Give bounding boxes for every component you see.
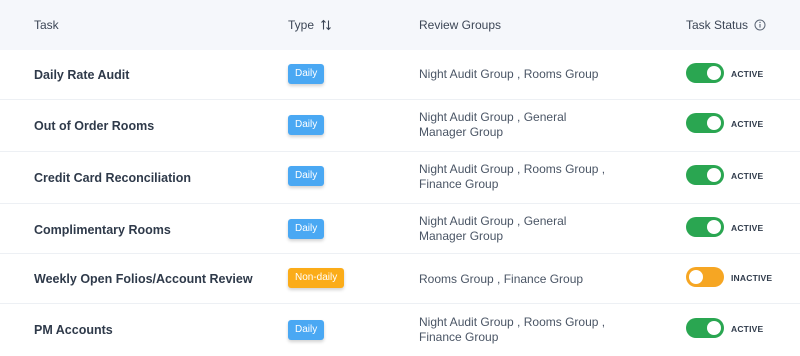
column-header-type[interactable]: Type — [288, 18, 332, 32]
review-groups: Rooms Group , Finance Group — [419, 272, 619, 287]
toggle-knob — [689, 270, 703, 284]
status-label: ACTIVE — [731, 324, 764, 334]
status-label: ACTIVE — [731, 69, 764, 79]
status-label: ACTIVE — [731, 171, 764, 181]
status-toggle[interactable] — [686, 267, 724, 287]
table-row[interactable]: Out of Order Rooms Daily Night Audit Gro… — [0, 100, 800, 152]
toggle-knob — [707, 66, 721, 80]
review-groups: Night Audit Group , General Manager Grou… — [419, 110, 619, 140]
review-groups-line: Night Audit Group , Rooms Group — [419, 67, 599, 81]
column-header-review-groups-label: Review Groups — [419, 18, 502, 32]
toggle-knob — [707, 116, 721, 130]
status-label: ACTIVE — [731, 223, 764, 233]
column-header-type-label: Type — [288, 18, 315, 32]
review-groups: Night Audit Group , Rooms Group — [419, 67, 619, 82]
toggle-knob — [707, 220, 721, 234]
sort-arrows-icon[interactable] — [320, 19, 332, 31]
task-name[interactable]: Daily Rate Audit — [34, 68, 129, 82]
type-badge: Daily — [288, 166, 325, 186]
review-groups-line: Finance Group — [419, 177, 499, 191]
review-groups: Night Audit Group , General Manager Grou… — [419, 214, 619, 244]
table-header: Task Type Review Groups Task Status — [0, 0, 800, 50]
table-row[interactable]: Daily Rate Audit Daily Night Audit Group… — [0, 50, 800, 100]
column-header-task[interactable]: Task — [34, 18, 59, 32]
column-header-review-groups[interactable]: Review Groups — [419, 18, 501, 32]
table-row[interactable]: PM Accounts Daily Night Audit Group , Ro… — [0, 304, 800, 356]
toggle-knob — [707, 168, 721, 182]
review-groups: Night Audit Group , Rooms Group , Financ… — [419, 315, 619, 345]
review-groups-line: Rooms Group , Finance Group — [419, 272, 584, 286]
status-toggle[interactable] — [686, 63, 724, 83]
task-name[interactable]: Credit Card Reconciliation — [34, 171, 191, 185]
task-name[interactable]: Out of Order Rooms — [34, 119, 154, 133]
review-groups: Night Audit Group , Rooms Group , Financ… — [419, 162, 619, 192]
review-groups-line: Night Audit Group , Rooms Group , — [419, 162, 606, 176]
task-name[interactable]: Complimentary Rooms — [34, 223, 171, 237]
review-groups-line: Manager Group — [419, 125, 504, 139]
type-badge: Daily — [288, 115, 325, 135]
status-toggle[interactable] — [686, 318, 724, 338]
status-label: ACTIVE — [731, 119, 764, 129]
review-groups-line: Manager Group — [419, 229, 504, 243]
status-label: INACTIVE — [731, 273, 773, 283]
type-badge: Daily — [288, 320, 325, 340]
status-toggle[interactable] — [686, 165, 724, 185]
column-header-task-status-label: Task Status — [686, 18, 749, 32]
review-groups-line: Finance Group — [419, 330, 499, 344]
status-toggle[interactable] — [686, 113, 724, 133]
task-table: Task Type Review Groups Task Status Dail… — [0, 0, 800, 356]
table-row[interactable]: Weekly Open Folios/Account Review Non-da… — [0, 254, 800, 304]
review-groups-line: Night Audit Group , General — [419, 110, 567, 124]
type-badge: Daily — [288, 219, 325, 239]
column-header-task-status[interactable]: Task Status — [686, 18, 766, 32]
review-groups-line: Night Audit Group , Rooms Group , — [419, 315, 606, 329]
toggle-knob — [707, 321, 721, 335]
type-badge: Non-daily — [288, 268, 345, 288]
review-groups-line: Night Audit Group , General — [419, 214, 567, 228]
info-icon[interactable] — [754, 19, 766, 31]
status-toggle[interactable] — [686, 217, 724, 237]
type-badge: Daily — [288, 64, 325, 84]
table-row[interactable]: Complimentary Rooms Daily Night Audit Gr… — [0, 204, 800, 254]
column-header-task-label: Task — [34, 18, 59, 32]
task-name[interactable]: Weekly Open Folios/Account Review — [34, 272, 253, 286]
task-name[interactable]: PM Accounts — [34, 323, 113, 337]
table-row[interactable]: Credit Card Reconciliation Daily Night A… — [0, 152, 800, 204]
